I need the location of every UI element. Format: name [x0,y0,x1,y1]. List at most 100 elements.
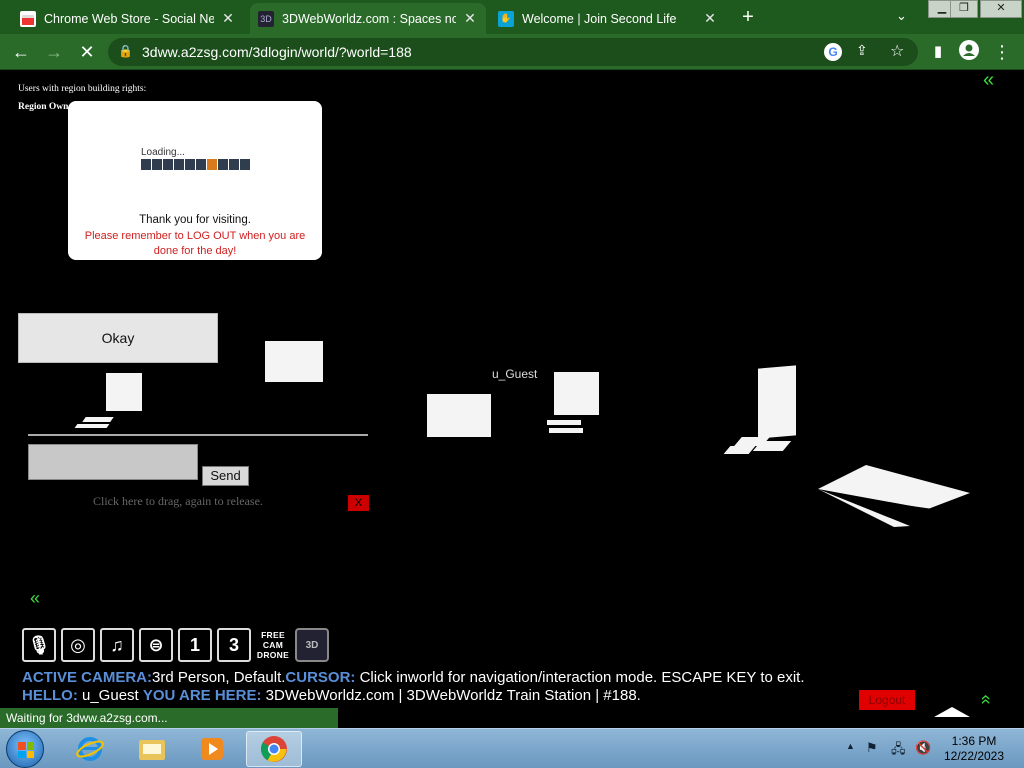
free-cam-drone-icon[interactable]: FREE CAM DRONE [256,628,290,662]
close-tab-icon[interactable]: ✕ [702,10,718,27]
google-lens-icon[interactable]: G [824,43,842,61]
start-button[interactable] [6,730,44,768]
collapse-left-icon[interactable]: « [30,588,40,609]
orbit-camera-icon[interactable]: ⊜ [139,628,173,662]
radar-icon[interactable]: ◎ [61,628,95,662]
scene-panel[interactable] [752,441,792,451]
logout-button[interactable]: Logout [859,690,915,710]
tab-second-life[interactable]: ✋ Welcome | Join Second Life ✕ [490,3,726,34]
scroll-up-arrow-icon[interactable] [934,707,970,717]
browser-menu-icon[interactable]: ⋮ [990,40,1014,64]
here-key: YOU ARE HERE: [142,687,262,704]
tool-icon-bar: 🎙 ◎ ♫ ⊜ 1 3 FREE CAM DRONE 3D [22,628,329,662]
camera-3-icon[interactable]: 3 [217,628,251,662]
chat-divider [28,434,368,436]
chat-input[interactable] [28,444,198,480]
lock-icon: 🔒 [118,44,133,58]
collapse-top-right-icon[interactable]: « [983,69,994,92]
windows-logo-icon [18,742,34,758]
send-button[interactable]: Send [202,466,249,486]
loading-label: Loading... [141,147,185,158]
region-owner-label: Region Own [18,102,69,112]
show-hidden-icons-icon[interactable]: ▲ [846,741,855,751]
network-icon[interactable]: 🖧 [891,740,906,762]
second-life-icon: ✋ [498,10,514,27]
close-tab-icon[interactable]: ✕ [462,10,478,27]
microphone-icon[interactable]: 🎙 [22,628,56,662]
icon-label: CAM [262,640,284,650]
progress-segment [218,159,228,170]
action-center-flag-icon[interactable]: ⚑ [866,740,878,756]
scene-panel[interactable] [547,420,581,425]
progress-segment [163,159,173,170]
avatar-name-label: u_Guest [492,367,538,381]
cursor-value: Click inworld for navigation/interaction… [355,669,805,686]
side-panel-icon[interactable]: ▮ [926,40,950,64]
system-clock[interactable]: 1:36 PM 12/22/2023 [936,734,1012,764]
collapse-bottom-right-icon[interactable]: « [976,694,997,704]
scene-panel[interactable] [106,373,142,411]
close-window-icon[interactable]: ✕ [980,0,1022,18]
tab-chrome-web-store[interactable]: Chrome Web Store - Social Netw ✕ [12,3,244,34]
progress-segment [185,159,195,170]
scene-panel[interactable] [549,428,583,433]
chat-drag-handle[interactable]: Click here to drag, again to release. [93,494,263,509]
scene-panel[interactable] [427,394,491,437]
close-chat-button[interactable]: X [348,495,369,511]
tab-title: Chrome Web Store - Social Netw [44,11,214,26]
camera-value: 3rd Person, Default. [152,669,286,686]
tab-title: 3DWebWorldz.com : Spaces not [282,11,456,26]
internet-explorer-icon[interactable] [62,731,118,767]
progress-segment [141,159,151,170]
hello-value: u_Guest [77,687,143,704]
avatar-pose-icon[interactable]: ♫ [100,628,134,662]
browser-tab-strip: Chrome Web Store - Social Netw ✕ 3D 3DWe… [0,0,1024,34]
clock-date: 12/22/2023 [943,749,1005,763]
progress-segment [174,159,184,170]
new-tab-button[interactable]: + [738,6,758,29]
camera-1-icon[interactable]: 1 [178,628,212,662]
scene-panel[interactable] [758,365,796,439]
location-status-line: HELLO: u_Guest YOU ARE HERE: 3DWebWorldz… [22,687,641,704]
volume-muted-icon[interactable]: 🔇 [915,740,931,756]
progress-segment [207,159,217,170]
progress-segment [196,159,206,170]
okay-button[interactable]: Okay [18,313,218,363]
progress-segment [229,159,239,170]
restore-window-icon[interactable]: ❐ [950,0,978,18]
chrome-taskbar-icon[interactable] [246,731,302,767]
icon-label: FREE [261,630,285,640]
scene-panel[interactable] [74,424,110,428]
chrome-web-store-icon [20,10,36,27]
progress-segment [152,159,162,170]
tab-title: Welcome | Join Second Life [522,11,677,26]
camera-status-line: ACTIVE CAMERA:3rd Person, Default.CURSOR… [22,669,805,686]
media-player-icon[interactable] [184,731,240,767]
page-viewport[interactable]: Users with region building rights: Regio… [0,69,1024,717]
3dwebworldz-icon: 3D [258,10,274,27]
forward-arrow-icon[interactable]: → [42,40,66,64]
loading-dialog: Loading... Thank you for visiting. Pleas… [68,101,322,260]
scene-floor-tiles[interactable] [818,465,972,529]
address-url[interactable]: 3dww.a2zsg.com/3dlogin/world/?world=188 [142,44,412,60]
3d-logo-icon[interactable]: 3D [295,628,329,662]
logout-reminder: Please remember to LOG OUT when you are … [84,230,306,257]
tab-3dwebworldz[interactable]: 3D 3DWebWorldz.com : Spaces not ✕ [250,3,486,34]
close-tab-icon[interactable]: ✕ [220,10,236,27]
thanks-message: Thank you for visiting. [139,214,251,226]
scene-panel[interactable] [723,446,756,454]
profile-avatar-icon[interactable] [957,40,981,64]
scene-panel[interactable] [265,341,323,382]
file-explorer-icon[interactable] [124,731,180,767]
guest-avatar[interactable] [554,372,599,415]
share-icon[interactable]: ⇪ [856,42,868,59]
stop-loading-icon[interactable]: ✕ [75,40,99,64]
tab-search-chevron-icon[interactable]: ⌄ [896,8,907,24]
screen: Chrome Web Store - Social Netw ✕ 3D 3DWe… [0,0,1024,768]
back-arrow-icon[interactable]: ← [9,40,33,64]
here-value: 3DWebWorldz.com | 3DWebWorldz Train Stat… [261,687,641,704]
icon-label: DRONE [256,650,290,660]
bookmark-star-icon[interactable]: ☆ [890,41,904,61]
address-bar[interactable]: 🔒 3dww.a2zsg.com/3dlogin/world/?world=18… [108,38,918,66]
scene-panel[interactable] [82,417,114,422]
